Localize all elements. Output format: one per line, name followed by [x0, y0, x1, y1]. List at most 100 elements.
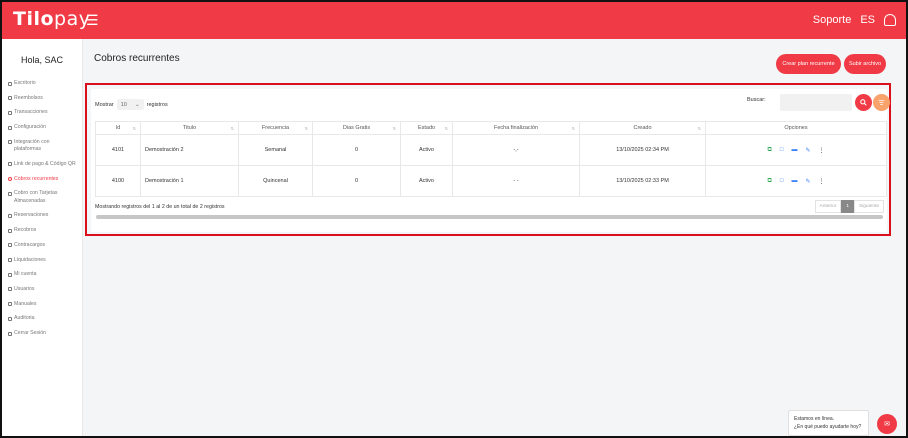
sidebar-item-link-de-pago[interactable]: Link de pago & Código QR: [2, 161, 82, 168]
sidebar-item-reservaciones[interactable]: Reservaciones: [2, 212, 82, 219]
sidebar-item-cobros-recurrentes[interactable]: Cobros recurrentes: [2, 176, 82, 183]
sidebar-item-contracargos[interactable]: Contracargos: [2, 242, 82, 249]
column-header-creado[interactable]: Creado ⇅: [579, 121, 706, 135]
edit-icon[interactable]: ✎: [805, 147, 810, 154]
sidebar-item-label: Transacciones: [14, 109, 48, 116]
sidebar-item-usuarios[interactable]: Usuarios: [2, 286, 82, 293]
sidebar-item-escritorio[interactable]: Escritorio: [2, 80, 82, 87]
sidebar-item-tarjetas-almacenadas[interactable]: Cobro con Tarjetas Almacenadas: [2, 190, 82, 205]
search-button[interactable]: [855, 94, 872, 111]
sidebar-item-liquidaciones[interactable]: Liquidaciones: [2, 257, 82, 264]
more-options-icon[interactable]: ⋮: [818, 147, 824, 154]
entries-select-value: 10: [120, 101, 127, 108]
message-icon[interactable]: □: [780, 178, 784, 184]
table-info: Mostrando registros del 1 al 2 de un tot…: [95, 204, 225, 210]
sort-icon: ⇅: [392, 126, 396, 131]
sidebar-item-label: Reservaciones: [14, 212, 49, 219]
header-label: Id: [115, 125, 121, 131]
table-row: 4101 Demostración 2 Semanal 0 Activo -,-…: [95, 134, 887, 166]
cell-status: Activo: [400, 165, 453, 197]
chat-button[interactable]: ✉: [877, 414, 897, 434]
sidebar-item-label: Escritorio: [14, 80, 36, 86]
upload-file-button[interactable]: Subir archivo: [844, 54, 886, 74]
header-label: Dias Gratis: [342, 125, 371, 131]
chargeback-icon: [8, 243, 12, 248]
pagination-next[interactable]: Siguiente: [853, 200, 884, 213]
create-plan-button[interactable]: Crear plan recurrente: [776, 54, 841, 74]
cell-options: ⧉ □ ▬ ✎ ⋮: [705, 165, 887, 197]
transactions-icon: [8, 110, 12, 115]
edit-icon[interactable]: ✎: [805, 178, 810, 185]
sidebar-item-reembolsos[interactable]: Reembolsos: [2, 95, 82, 102]
sidebar-item-configuracion[interactable]: Configuración: [2, 124, 82, 131]
column-header-frecuencia[interactable]: Frecuencia ⇅: [238, 121, 313, 135]
column-header-id[interactable]: Id ⇅: [95, 121, 141, 135]
recurring-charges-table: Id ⇅ Titulo ⇅ Frecuencia ⇅ Dias Gratis ⇅ Est…: [95, 121, 887, 197]
sidebar-item-cerrar-sesion[interactable]: Cerrar Sesión: [2, 330, 82, 337]
support-link[interactable]: Soporte: [813, 14, 852, 26]
sidebar-item-mi-cuenta[interactable]: Mi cuenta: [2, 271, 82, 278]
sidebar-item-label: Liquidaciones: [14, 256, 46, 263]
clear-filter-button[interactable]: [873, 94, 890, 111]
search-label: Buscar:: [747, 97, 766, 103]
header-label: Frecuencia: [261, 125, 290, 131]
cell-status: Activo: [400, 134, 453, 166]
settlement-icon: [8, 258, 12, 263]
user-icon[interactable]: [884, 14, 896, 26]
sidebar-item-label: Link de pago & Código QR: [14, 160, 76, 167]
message-icon[interactable]: □: [780, 147, 784, 153]
sort-icon: ⇅: [444, 126, 448, 131]
manual-icon: [8, 302, 12, 307]
card-icon[interactable]: ▬: [791, 178, 797, 184]
recurring-icon: [8, 177, 12, 182]
sort-icon: ⇅: [571, 126, 575, 131]
card-icon[interactable]: ▬: [791, 147, 797, 153]
column-header-titulo[interactable]: Titulo ⇅: [140, 121, 239, 135]
card-icon: [8, 191, 12, 196]
header-label: Fecha finalización: [493, 125, 539, 131]
sidebar-item-integracion[interactable]: Integración con plataformas: [2, 139, 82, 154]
sidebar-item-auditoria[interactable]: Auditoria: [2, 315, 82, 322]
cell-end-date: -,-: [452, 134, 580, 166]
top-navbar: Tilopay ☰ Soporte ES: [2, 2, 906, 39]
more-options-icon[interactable]: ⋮: [818, 178, 824, 185]
sidebar-item-label: Cobro con Tarjetas Almacenadas: [14, 190, 58, 204]
chat-widget-bubble[interactable]: Estamos en línea. ¿En qué puedo ayudarte…: [788, 410, 869, 436]
sidebar-item-label: Manuales: [14, 300, 37, 307]
column-header-opciones: Opciones: [705, 121, 887, 135]
table-row: 4100 Demostración 1 Quincenal 0 Activo -…: [95, 165, 887, 197]
column-header-fecha-finalizacion[interactable]: Fecha finalización ⇅: [452, 121, 580, 135]
column-header-estado[interactable]: Estado ⇅: [400, 121, 453, 135]
sidebar-item-label: Auditoria: [14, 315, 35, 322]
search-input[interactable]: [780, 94, 852, 111]
sort-icon: ⇅: [230, 126, 234, 131]
sidebar-item-transacciones[interactable]: Transacciones: [2, 109, 82, 116]
share-icon[interactable]: ⧉: [768, 178, 772, 185]
cell-created: 13/10/2025 02:33 PM: [579, 165, 706, 197]
tilopay-logo[interactable]: Tilopay: [13, 8, 91, 30]
chevron-down-icon: ⌄: [135, 101, 140, 108]
horizontal-scrollbar[interactable]: [96, 215, 883, 219]
cell-created: 13/10/2025 02:34 PM: [579, 134, 706, 166]
sidebar-item-label: Cerrar Sesión: [14, 330, 47, 337]
show-entries: Mostrar 10 ⌄ registros: [95, 99, 168, 110]
greeting: Hola, SAC: [20, 55, 64, 65]
sidebar-item-label: Recobros: [14, 227, 37, 234]
sort-icon: ⇅: [132, 126, 136, 131]
language-selector[interactable]: ES: [860, 14, 875, 26]
cell-options: ⧉ □ ▬ ✎ ⋮: [705, 134, 887, 166]
column-header-dias-gratis[interactable]: Dias Gratis ⇅: [312, 121, 401, 135]
share-icon[interactable]: ⧉: [768, 147, 772, 154]
dashboard-icon: [8, 81, 12, 86]
sidebar-item-recobros[interactable]: Recobros: [2, 227, 82, 234]
integration-icon: [8, 140, 12, 145]
link-icon: [8, 162, 12, 167]
pagination-page-1[interactable]: 1: [841, 200, 854, 213]
hamburger-menu-icon[interactable]: ☰: [86, 12, 99, 29]
sidebar-item-manuales[interactable]: Manuales: [2, 301, 82, 308]
entries-select[interactable]: 10 ⌄: [116, 99, 144, 110]
pagination-prev[interactable]: Anterior: [814, 200, 842, 213]
show-label: Mostrar: [95, 101, 114, 108]
chat-status: Estamos en línea.: [794, 416, 835, 422]
account-icon: [8, 272, 12, 277]
